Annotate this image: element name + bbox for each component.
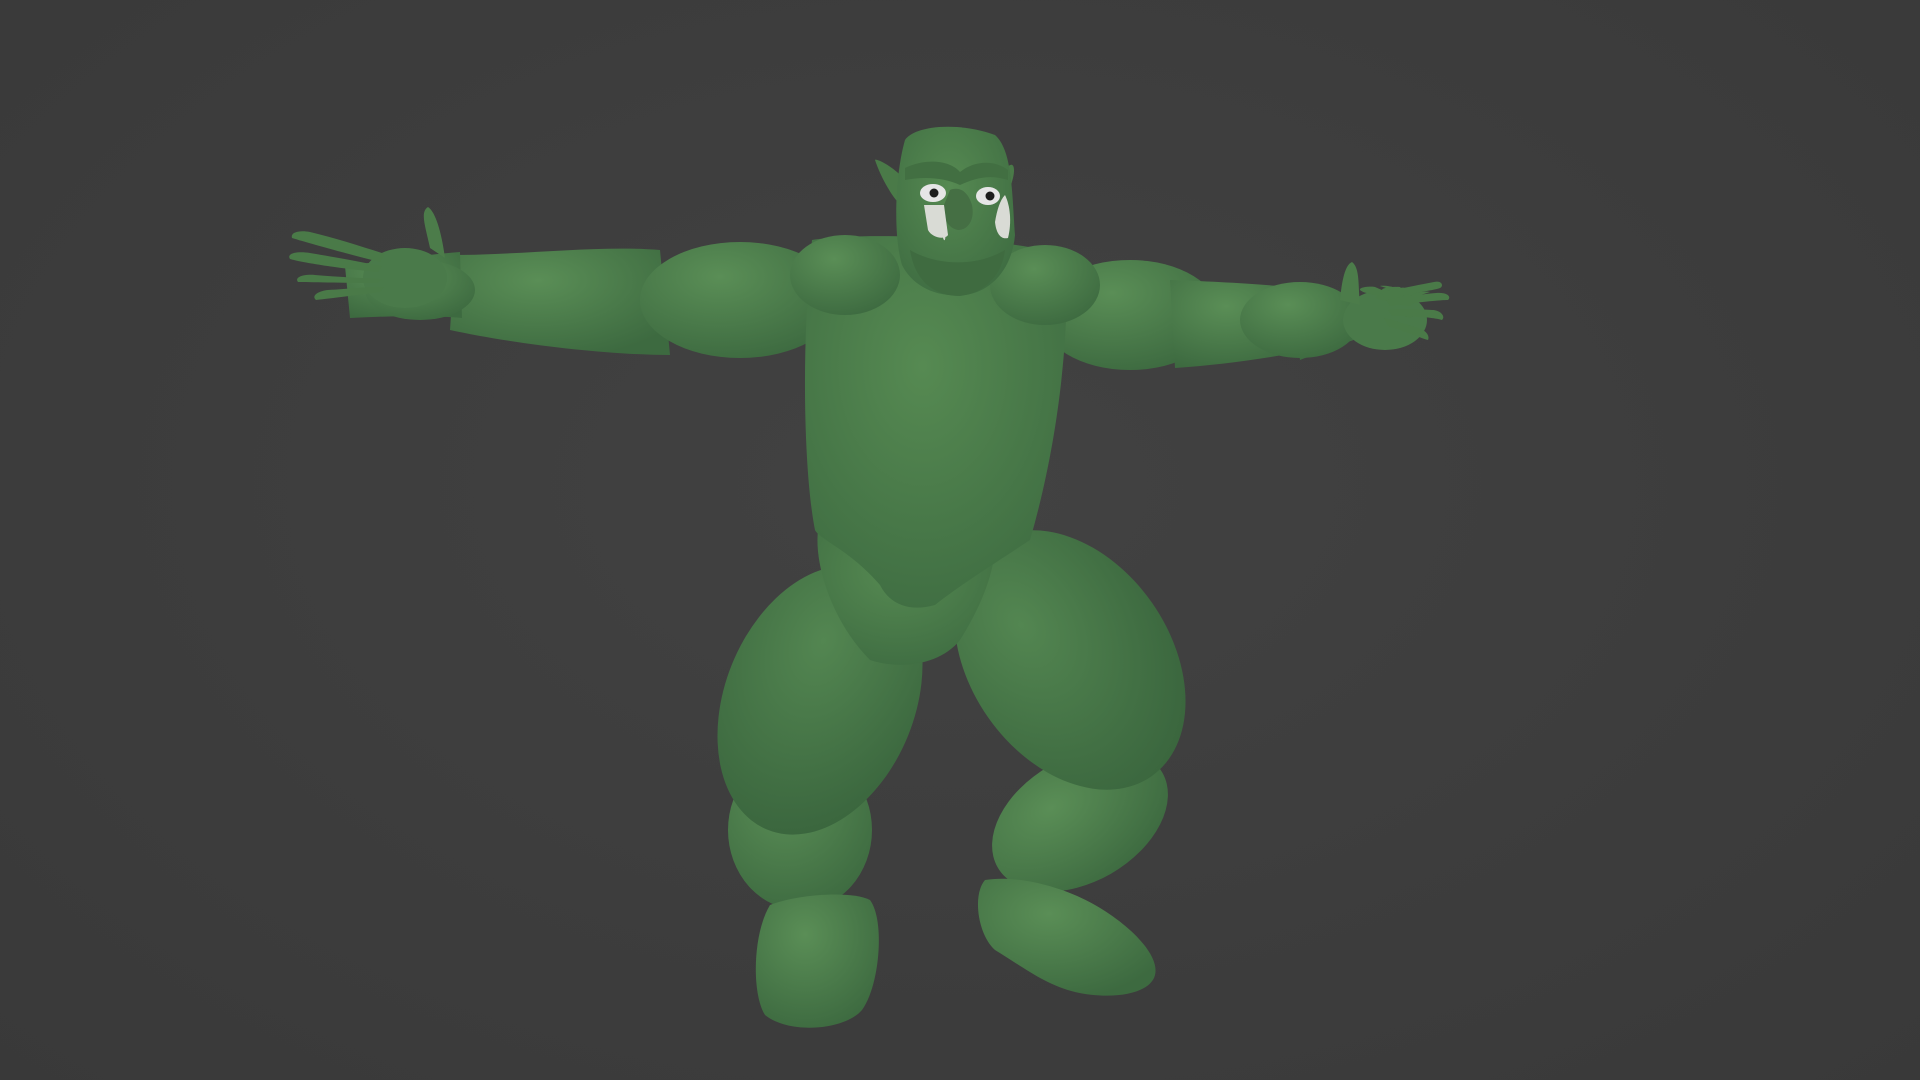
left-thumb: [423, 207, 445, 258]
left-foot: [755, 894, 879, 1028]
3d-viewport[interactable]: [0, 0, 1920, 1080]
left-hand: [289, 207, 447, 308]
left-shoulder: [790, 235, 900, 315]
left-upper-arm: [450, 248, 670, 355]
right-hand: [1340, 262, 1430, 350]
right-foot: [977, 878, 1156, 996]
left-eye: [920, 184, 946, 202]
orc-model-render: [289, 126, 1450, 1028]
right-eye: [976, 187, 1000, 205]
right-pupil: [985, 191, 995, 201]
right-thumb: [1340, 262, 1360, 305]
left-pupil: [929, 188, 939, 198]
